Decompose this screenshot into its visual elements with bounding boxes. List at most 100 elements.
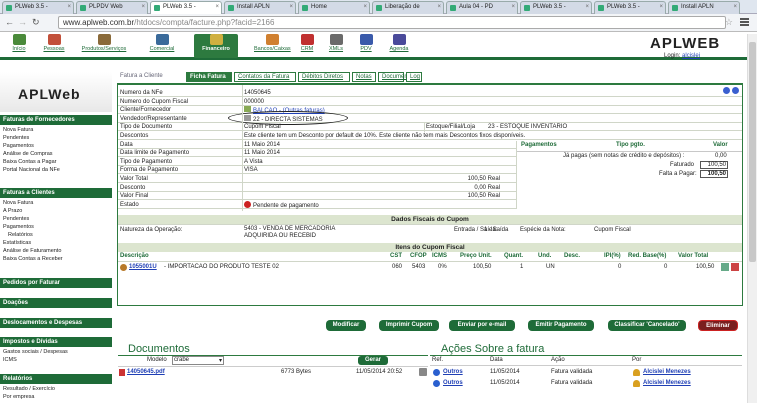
- brand-logo: APLWEB: [650, 35, 721, 52]
- browser-tab[interactable]: PLWeb 3.5 - ×: [594, 1, 666, 14]
- acao-user-link[interactable]: Alcislei Menezes: [643, 369, 691, 375]
- close-tab-icon[interactable]: ×: [363, 4, 367, 10]
- tab-d-bitos-diretos[interactable]: Débitos Diretos: [298, 72, 350, 82]
- login-user-link[interactable]: alcislei: [682, 53, 700, 59]
- toolbar-produtos-servi-os-button[interactable]: Produtos/Serviços: [76, 34, 132, 58]
- sidebar-item[interactable]: Pendentes: [3, 216, 29, 222]
- back-icon[interactable]: ←: [5, 17, 14, 27]
- sidebar-item[interactable]: Pendentes: [3, 135, 29, 141]
- browser-tab[interactable]: PLPDV Web ×: [76, 1, 148, 14]
- action-classificar--cancelado--button[interactable]: Classificar 'Cancelado': [608, 320, 686, 331]
- browser-tab[interactable]: Install APLN ×: [224, 1, 296, 14]
- tab-log[interactable]: Log: [406, 72, 422, 82]
- toolbar-financeiro-button[interactable]: Financeiro: [194, 34, 238, 58]
- toolbar-item-label: Bancos/Caixas: [254, 46, 291, 52]
- invoiced-value: 100,50: [700, 160, 728, 169]
- action-imprimir-cupom-button[interactable]: Imprimir Cupom: [379, 320, 439, 331]
- page-scrollbar[interactable]: [747, 34, 757, 403]
- sidebar-section-title[interactable]: Doações: [0, 298, 112, 308]
- close-tab-icon[interactable]: ×: [585, 4, 589, 10]
- url-input[interactable]: www.aplweb.com.br/htdocs/compta/facture.…: [58, 16, 726, 29]
- tab-notas[interactable]: Notas: [352, 72, 376, 82]
- action-eliminar-button[interactable]: Eliminar: [698, 320, 738, 331]
- toolbar-pdv-button[interactable]: PDV: [354, 34, 378, 58]
- toolbar-pessoas-button[interactable]: Pessoas: [38, 34, 70, 58]
- action-modificar-button[interactable]: Modificar: [326, 320, 366, 331]
- breadcrumb-fatura-cliente[interactable]: Fatura a Cliente: [120, 73, 163, 79]
- toolbar-xmls-button[interactable]: XMLs: [324, 34, 348, 58]
- sidebar-item[interactable]: Resultado / Exercício: [3, 386, 55, 392]
- sidebar-item[interactable]: Baixa Contas a Receber: [3, 256, 63, 262]
- edit-item-icon[interactable]: [721, 263, 729, 272]
- acao-user-link[interactable]: Alcislei Menezes: [643, 380, 691, 386]
- delete-item-icon[interactable]: [731, 263, 739, 272]
- close-tab-icon[interactable]: ×: [733, 4, 737, 10]
- sidebar-item[interactable]: Relatórios: [8, 232, 33, 238]
- tab-documentos[interactable]: Documentos: [378, 72, 416, 82]
- toolbar-crm-button[interactable]: CRM: [296, 34, 318, 58]
- browser-tab[interactable]: Home ×: [298, 1, 370, 14]
- action-enviar-por-e-mail-button[interactable]: Enviar por e-mail: [449, 320, 515, 331]
- star-icon[interactable]: ☆: [725, 17, 733, 28]
- toolbar-item-label: PDV: [360, 46, 372, 52]
- sidebar-item[interactable]: Análise de Compras: [3, 151, 53, 157]
- action-emitir-pagamento-button[interactable]: Emitir Pagamento: [528, 320, 594, 331]
- close-tab-icon[interactable]: ×: [215, 4, 219, 10]
- tab-ficha-fatura[interactable]: Ficha Fatura: [186, 72, 232, 82]
- browser-tab[interactable]: Install APLN ×: [668, 1, 740, 14]
- toolbar-bancos-caixas-button[interactable]: Bancos/Caixas: [254, 34, 291, 58]
- forward-icon[interactable]: →: [18, 17, 27, 27]
- toolbar-in-cio-button[interactable]: Início: [6, 34, 32, 58]
- close-tab-icon[interactable]: ×: [659, 4, 663, 10]
- modelo-select[interactable]: crabe ▾: [172, 356, 224, 365]
- sidebar-section-title[interactable]: Pedidos por Faturar: [0, 278, 112, 288]
- browser-tab[interactable]: PLWeb 3.5 - ×: [2, 1, 74, 14]
- sidebar-item[interactable]: ICMS: [3, 357, 17, 363]
- delete-doc-icon[interactable]: [419, 368, 427, 376]
- gerar-button[interactable]: Gerar: [358, 356, 388, 365]
- invoice-field-label: Estado: [120, 201, 139, 208]
- browser-tab-label: PLWeb 3.5 -: [163, 4, 196, 10]
- browser-tab[interactable]: Liberação de ×: [372, 1, 444, 14]
- sidebar-item[interactable]: Por empresa: [3, 394, 35, 400]
- sidebar-item[interactable]: Baixa Contas a Pagar: [3, 159, 57, 165]
- product-code-link[interactable]: 1055001U: [129, 264, 157, 270]
- browser-tab[interactable]: PLWeb 3.5 - ×: [150, 1, 222, 14]
- sidebar-section-title[interactable]: Impostos e Dívidas: [0, 337, 112, 347]
- browser-menu-icon[interactable]: [740, 18, 749, 26]
- sidebar-section-title[interactable]: Faturas de Fornecedores: [0, 115, 112, 125]
- sidebar-item[interactable]: Pagamentos: [3, 143, 34, 149]
- sidebar-item[interactable]: Nova Fatura: [3, 200, 33, 206]
- scroll-thumb[interactable]: [749, 42, 756, 262]
- close-tab-icon[interactable]: ×: [289, 4, 293, 10]
- sidebar-item[interactable]: Nova Fatura: [3, 127, 33, 133]
- sidebar-item[interactable]: A Prazo: [3, 208, 22, 214]
- acao-ref-link[interactable]: Outros: [443, 380, 463, 386]
- toolbar-comercial-button[interactable]: Comercial: [140, 34, 184, 58]
- invoice-value: 100,50 Real: [467, 193, 500, 200]
- browser-tab[interactable]: PLWeb 3.5 - ×: [520, 1, 592, 14]
- close-tab-icon[interactable]: ×: [511, 4, 515, 10]
- sidebar-item[interactable]: Gastos sociais / Despesas: [3, 349, 68, 355]
- reload-icon[interactable]: ↻: [32, 17, 40, 28]
- sidebar-item[interactable]: Portal Nacional da NFe: [3, 167, 60, 173]
- sidebar-section-title[interactable]: Relatórios: [0, 374, 112, 384]
- toolbar-agenda-button[interactable]: Agenda: [384, 34, 414, 58]
- sidebar-item[interactable]: Pagamentos: [3, 224, 34, 230]
- favicon-icon: [154, 5, 160, 11]
- browser-tab[interactable]: Aula 04 - PD ×: [446, 1, 518, 14]
- invoice-field-label: Forma de Pagamento: [120, 167, 179, 174]
- sidebar-section-title[interactable]: Deslocamentos e Despesas: [0, 318, 112, 328]
- address-bar-area: ← → ↻ www.aplweb.com.br/htdocs/compta/fa…: [0, 14, 757, 32]
- acao-ref-link[interactable]: Outros: [443, 369, 463, 375]
- paid-label: Já pagas (sem notas de crédito e depósit…: [563, 152, 685, 159]
- sidebar-section-title[interactable]: Faturas a Clientes: [0, 188, 112, 198]
- close-tab-icon[interactable]: ×: [141, 4, 145, 10]
- tab-contatos-da-fatura[interactable]: Contatos da Fatura: [234, 72, 296, 82]
- close-tab-icon[interactable]: ×: [67, 4, 71, 10]
- sidebar-item[interactable]: Análise de Faturamento: [3, 248, 61, 254]
- acoes-column-header: Por: [632, 357, 642, 363]
- close-tab-icon[interactable]: ×: [437, 4, 441, 10]
- document-file-link[interactable]: 14050645.pdf: [127, 369, 165, 375]
- sidebar-item[interactable]: Estatísticas: [3, 240, 31, 246]
